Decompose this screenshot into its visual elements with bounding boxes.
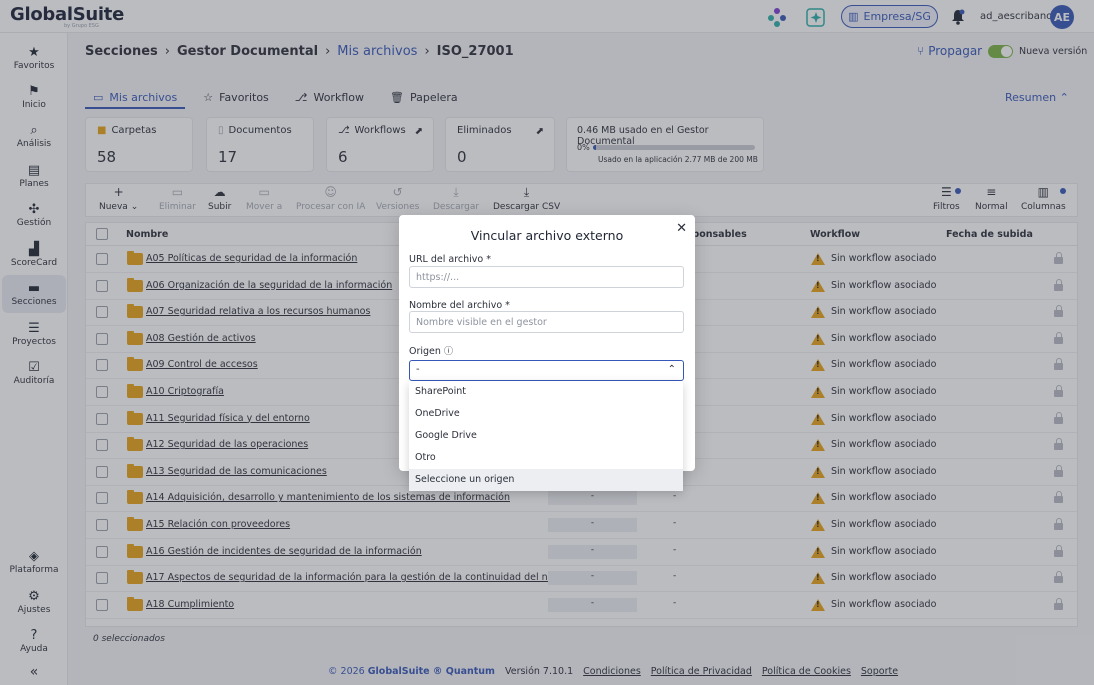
url-label: URL del archivo * bbox=[409, 254, 492, 265]
url-input[interactable] bbox=[409, 266, 684, 288]
origen-option-otro[interactable]: Otro bbox=[409, 447, 683, 469]
origen-label: Origen ⓘ bbox=[409, 344, 453, 357]
origen-select[interactable]: - ⌃ bbox=[409, 360, 684, 381]
origen-value: - bbox=[416, 364, 420, 375]
origen-option-googledrive[interactable]: Google Drive bbox=[409, 425, 683, 447]
nombre-label: Nombre del archivo * bbox=[409, 300, 510, 311]
origen-dropdown: SharePoint OneDrive Google Drive Otro Se… bbox=[409, 381, 683, 491]
origen-label-text: Origen bbox=[409, 346, 441, 357]
origen-option-sharepoint[interactable]: SharePoint bbox=[409, 381, 683, 403]
close-icon[interactable]: ✕ bbox=[676, 221, 687, 236]
chevron-up-icon: ⌃ bbox=[667, 364, 676, 375]
modal-title: Vincular archivo externo bbox=[470, 228, 624, 243]
origen-option-onedrive[interactable]: OneDrive bbox=[409, 403, 683, 425]
origen-option-placeholder[interactable]: Seleccione un origen bbox=[409, 469, 683, 491]
nombre-input[interactable] bbox=[409, 311, 684, 333]
info-icon[interactable]: ⓘ bbox=[444, 347, 453, 357]
